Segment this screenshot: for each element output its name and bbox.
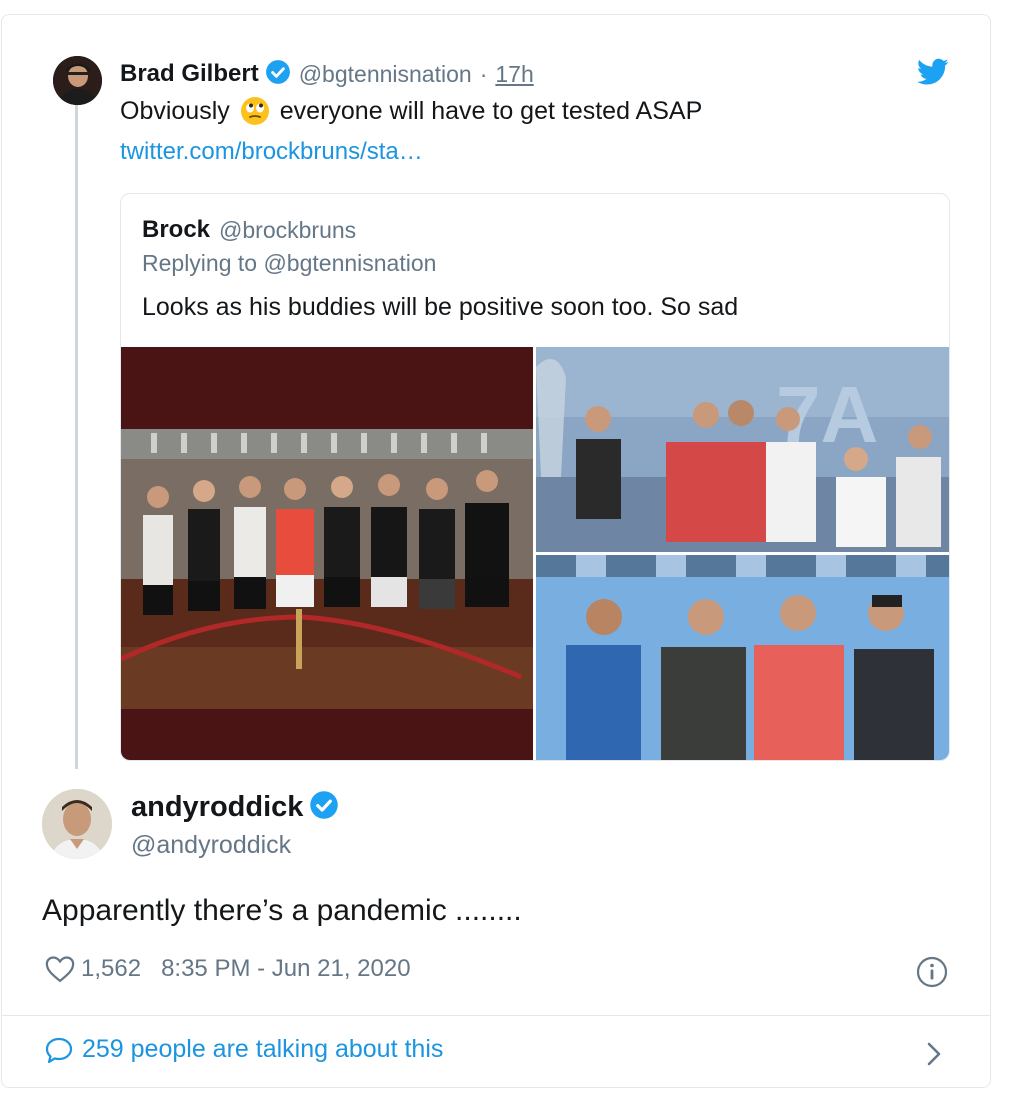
tweet-time-link[interactable]: 17h [495,61,533,88]
comment-bubble-icon [44,1036,74,1064]
quoted-tweet-link[interactable]: twitter.com/brockbruns/sta… [120,138,423,166]
tweet-text-part-1: Obviously [120,96,230,125]
verified-badge-icon [309,790,339,825]
quoted-tweet[interactable]: Brock @brockbruns Replying to @bgtennisn… [120,193,950,761]
dot-separator: · [479,60,488,87]
celebration-photo[interactable]: 7A [536,347,949,552]
reply-meta-row: 1,562 8:35 PM - Jun 21, 2020 [45,955,411,983]
reply-author-handle[interactable]: @andyroddick [131,831,291,860]
like-count[interactable]: 1,562 [81,955,141,983]
talking-about-link[interactable]: 259 people are talking about this [44,1035,443,1064]
talking-about-text: 259 people are talking about this [82,1035,444,1063]
twitter-bird-icon[interactable] [917,58,949,86]
info-icon[interactable] [916,956,948,988]
quoted-tweet-header: Brock @brockbruns [142,216,356,244]
thread-connector-line [75,102,78,769]
author-handle[interactable]: @bgtennisnation [299,61,472,88]
author-name[interactable]: Brad Gilbert [120,60,259,88]
brad-gilbert-avatar[interactable] [53,56,102,105]
quoted-author-name: Brock [142,216,211,243]
tweet-text: Obviously everyone will have to get test… [120,96,702,126]
tweet-timestamp[interactable]: 8:35 PM - Jun 21, 2020 [161,955,411,983]
tweet-header: Brad Gilbert @bgtennisnation · 17h [120,58,534,90]
replying-to-label: Replying to @bgtennisnation [142,250,437,276]
four-players-photo[interactable] [536,555,949,760]
reply-author-name[interactable]: andyroddick [131,791,303,824]
quoted-tweet-text: Looks as his buddies will be positive so… [142,293,739,321]
reply-tweet-text: Apparently there’s a pandemic ........ [42,894,522,927]
rolling-eyes-emoji-icon [240,96,270,126]
group-photo[interactable] [121,347,533,760]
tweet-text-part-2: everyone will have to get tested ASAP [279,96,703,125]
andy-roddick-avatar[interactable] [42,789,112,859]
quoted-author-handle: @brockbruns [219,216,357,243]
heart-icon[interactable] [45,955,75,983]
verified-badge-icon [265,59,291,90]
quoted-media-grid: 7A [121,347,949,760]
reply-header: andyroddick [131,790,347,825]
chevron-right-icon[interactable] [923,1039,945,1069]
footer-divider [1,1015,990,1016]
